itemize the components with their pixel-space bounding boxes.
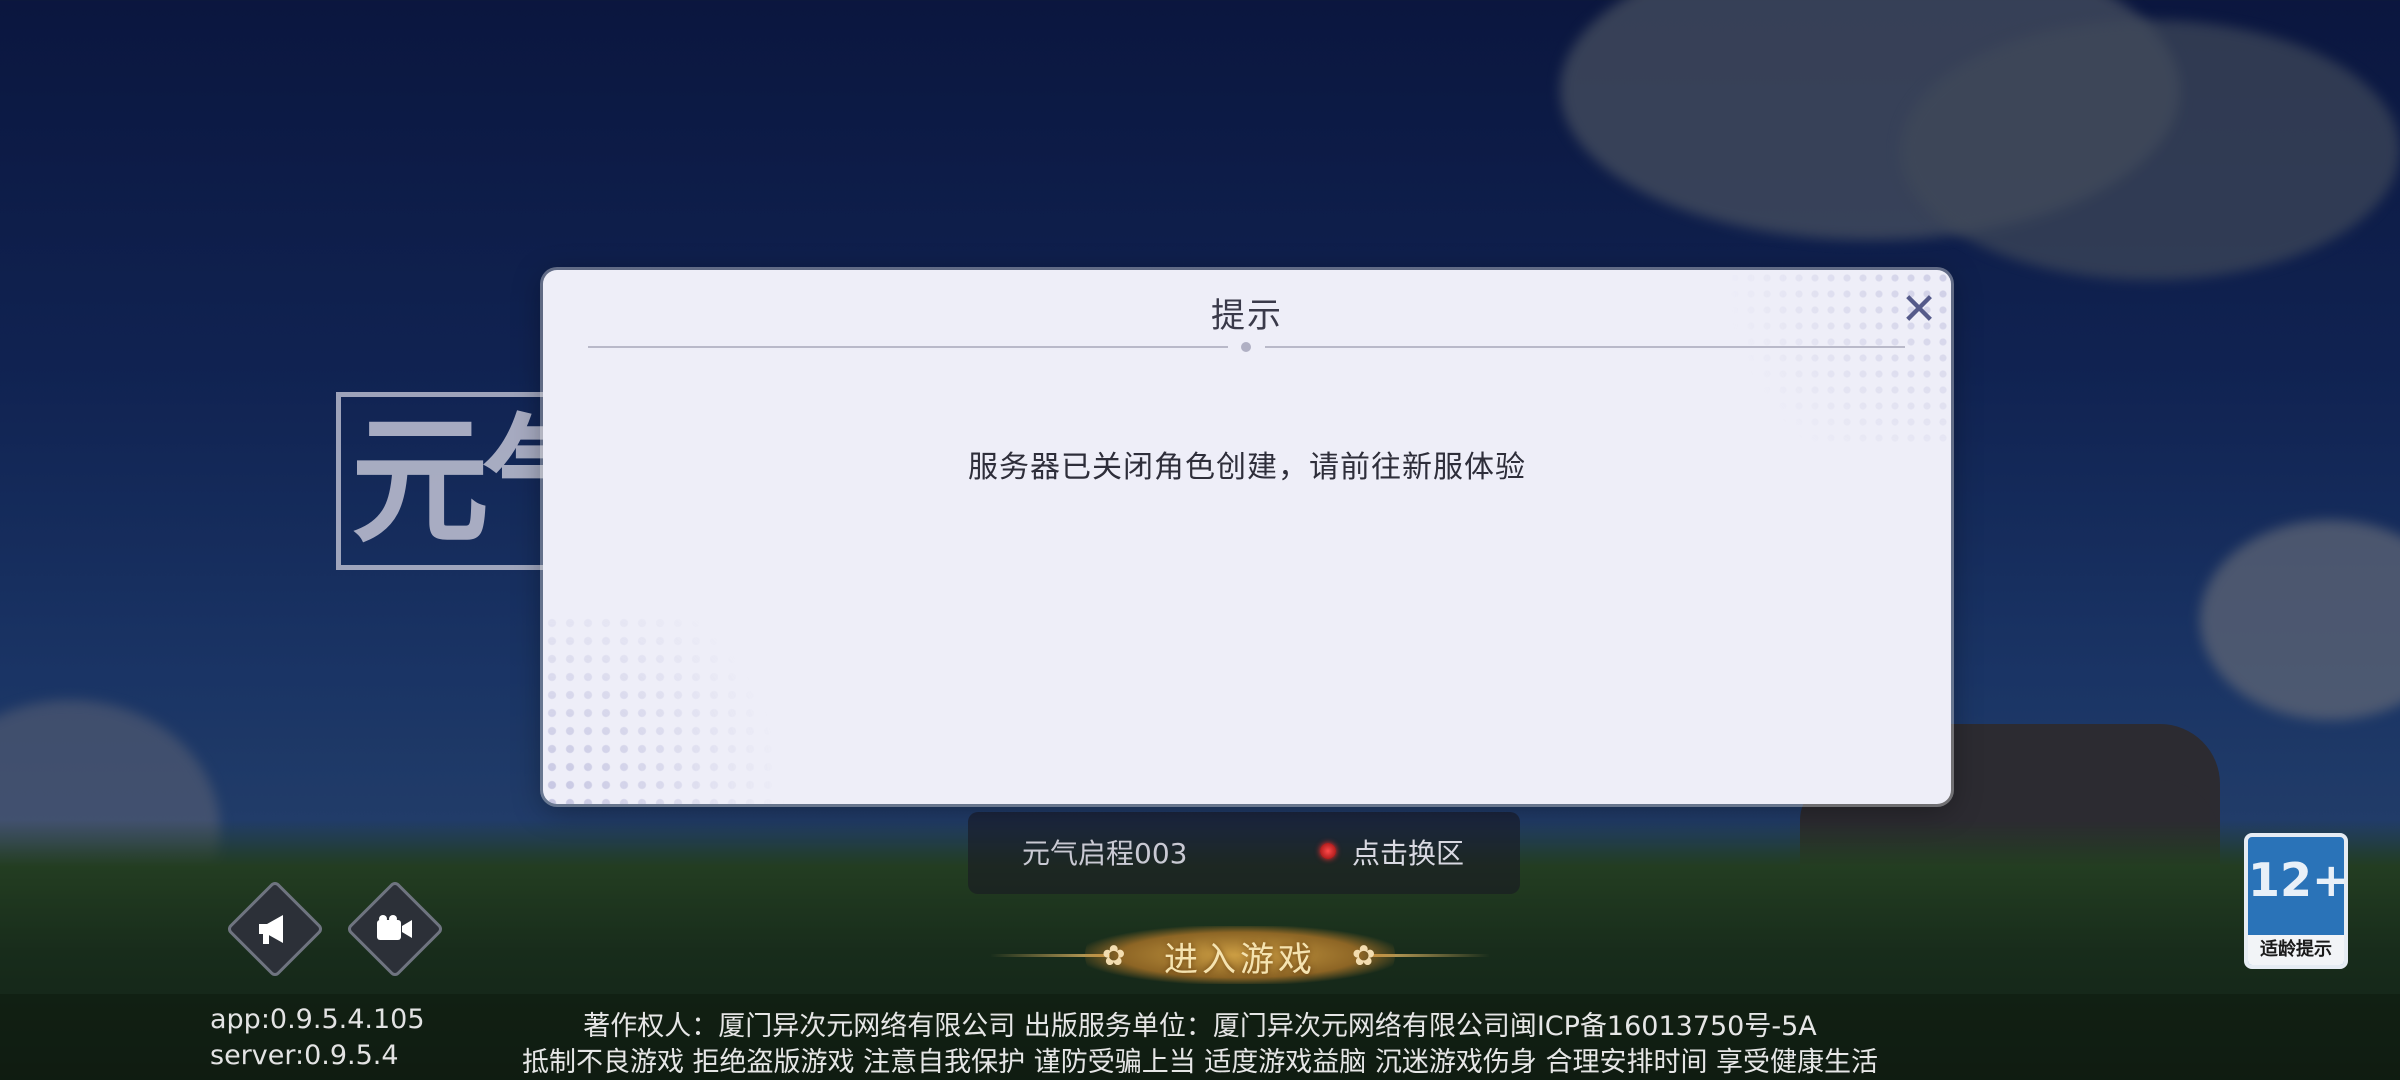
enter-game-button[interactable]: ✿ ✿ 进入游戏: [990, 920, 1490, 990]
title-divider: [1265, 346, 1905, 348]
megaphone-icon: [243, 897, 307, 961]
age-rating-label: 适龄提示: [2248, 935, 2344, 965]
switch-server-button[interactable]: 点击换区: [1318, 826, 1498, 880]
dialog-title: 提示: [1211, 296, 1283, 336]
age-rating-badge[interactable]: 12+ 适龄提示: [2244, 833, 2348, 969]
close-icon: ✕: [1900, 284, 1938, 335]
notice-dialog: 提示 ✕ 服务器已关闭角色创建，请前往新服体验: [543, 270, 1951, 804]
server-selector: 元气启程003 点击换区: [968, 812, 1520, 894]
title-divider: [588, 346, 1228, 348]
title-divider-dot: [1241, 342, 1251, 352]
server-name: 元气启程003: [1022, 837, 1188, 870]
age-rating-number: 12+: [2248, 853, 2348, 907]
close-button[interactable]: ✕: [1897, 288, 1941, 332]
video-camera-icon: [363, 897, 427, 961]
dialog-message: 服务器已关闭角色创建，请前往新服体验: [968, 450, 1526, 485]
health-notice-text: 抵制不良游戏 拒绝盗版游戏 注意自我保护 谨防受骗上当 适度游戏益脑 沉迷游戏伤…: [521, 1047, 1879, 1078]
dot-pattern-decor: [543, 614, 803, 804]
switch-server-label: 点击换区: [1352, 837, 1465, 870]
server-status-icon: [1320, 843, 1336, 859]
copyright-text: 著作权人：厦门异次元网络有限公司 出版服务单位：厦门异次元网络有限公司闽ICP备…: [583, 1011, 1817, 1042]
footer: app:0.9.5.4.105 server:0.9.5.4 著作权人：厦门异次…: [0, 994, 2400, 1080]
enter-game-label: 进入游戏: [1164, 940, 1316, 980]
